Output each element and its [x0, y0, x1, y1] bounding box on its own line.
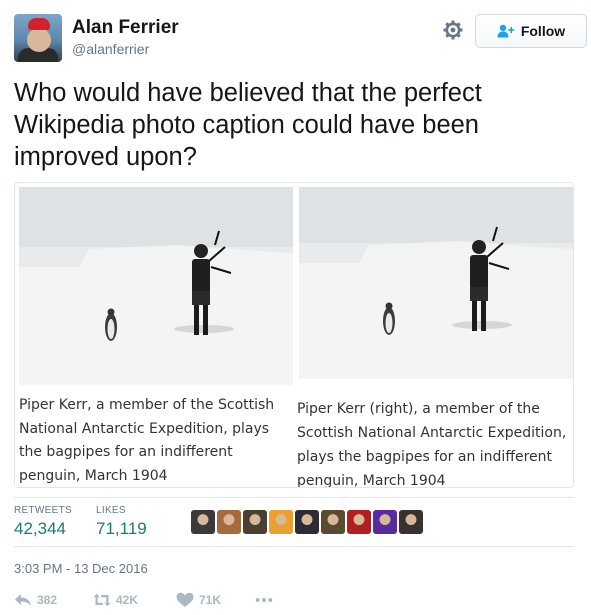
likers-avatars	[191, 510, 423, 534]
tweet-header: Alan Ferrier @alanferrier Follow	[14, 14, 587, 62]
more-button[interactable]	[255, 592, 273, 608]
likes-count: 71,119	[96, 519, 147, 538]
avatar[interactable]	[14, 14, 62, 62]
media-panel-left[interactable]: Piper Kerr, a member of the Scottish Nat…	[15, 183, 293, 487]
caption-left: Piper Kerr, a member of the Scottish Nat…	[19, 397, 275, 484]
retweets-count: 42,344	[14, 519, 66, 538]
antarctic-photo	[299, 187, 573, 379]
liker-avatar[interactable]	[347, 510, 371, 534]
retweet-count: 42K	[116, 593, 139, 607]
retweet-button[interactable]: 42K	[93, 592, 138, 608]
liker-avatar[interactable]	[373, 510, 397, 534]
display-name[interactable]: Alan Ferrier	[72, 17, 179, 39]
liker-avatar[interactable]	[295, 510, 319, 534]
likes-stat[interactable]: LIKES 71,119	[96, 505, 147, 539]
liker-avatar[interactable]	[243, 510, 267, 534]
retweets-stat[interactable]: RETWEETS 42,344	[14, 505, 72, 539]
retweets-label: RETWEETS	[14, 505, 72, 516]
liker-avatar[interactable]	[269, 510, 293, 534]
avatar-face	[27, 28, 51, 52]
divider	[14, 497, 574, 498]
like-button[interactable]: 71K	[176, 592, 221, 608]
media-panel-right[interactable]: Piper Kerr (right), a member of the Scot…	[295, 183, 573, 488]
timestamp[interactable]: 3:03 PM - 13 Dec 2016	[14, 561, 148, 576]
liker-avatar[interactable]	[217, 510, 241, 534]
gear-icon[interactable]	[443, 20, 463, 40]
liker-avatar[interactable]	[321, 510, 345, 534]
like-count: 71K	[199, 593, 222, 607]
avatar-hat	[28, 18, 50, 30]
follow-label: Follow	[520, 23, 566, 39]
liker-avatar[interactable]	[191, 510, 215, 534]
liker-avatar[interactable]	[399, 510, 423, 534]
follow-button[interactable]: Follow	[475, 14, 587, 48]
reply-count: 382	[37, 593, 58, 607]
antarctic-photo	[19, 187, 293, 385]
likes-label: LIKES	[96, 505, 126, 516]
divider	[14, 546, 574, 547]
reply-button[interactable]: 382	[14, 592, 57, 608]
retweet-icon	[93, 593, 111, 607]
user-handle[interactable]: @alanferrier	[72, 41, 149, 57]
tweet-media[interactable]: Piper Kerr, a member of the Scottish Nat…	[14, 182, 574, 488]
tweet-text: Who would have believed that the perfect…	[14, 79, 482, 171]
caption-right: Piper Kerr (right), a member of the Scot…	[297, 401, 567, 488]
reply-icon	[15, 594, 31, 606]
heart-icon	[176, 592, 194, 607]
add-user-icon	[497, 24, 515, 38]
more-icon	[255, 598, 273, 602]
